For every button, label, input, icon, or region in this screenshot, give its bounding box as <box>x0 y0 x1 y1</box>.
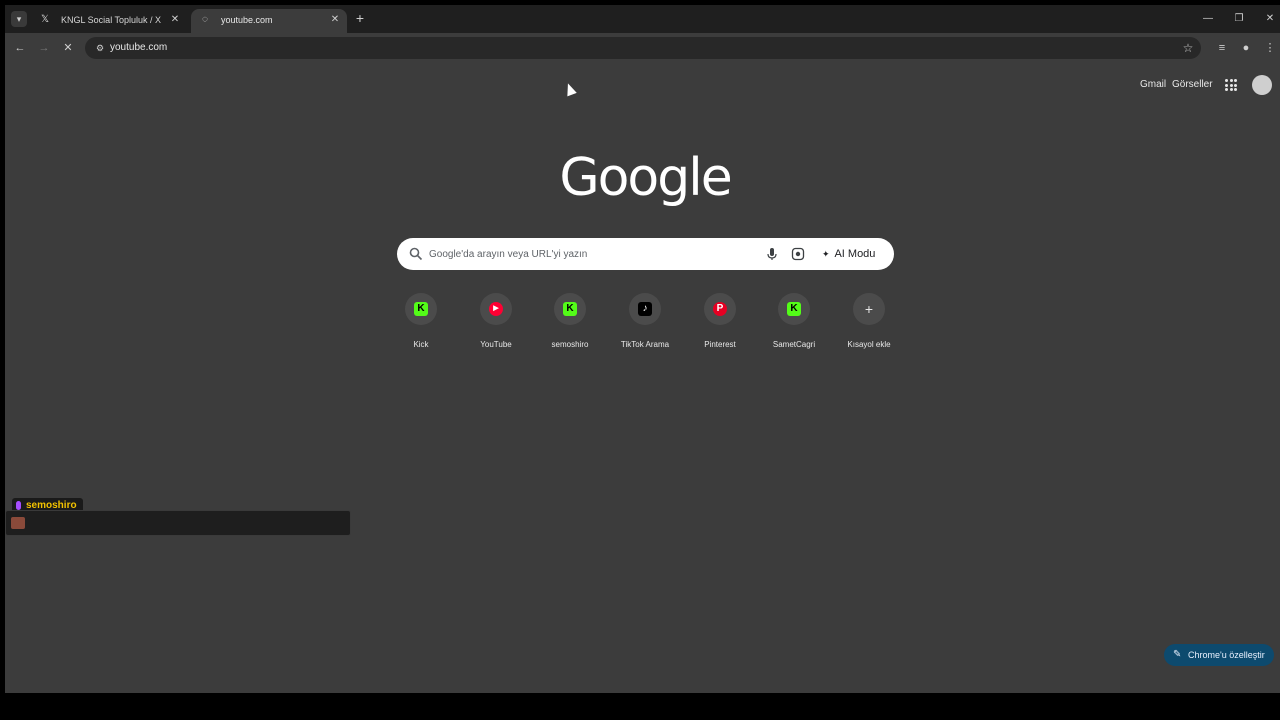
customize-chrome-button[interactable]: ✎ Chrome'u özelleştir <box>1164 644 1274 666</box>
plus-icon: + <box>864 301 874 317</box>
shortcut-tile: + <box>853 293 885 325</box>
window-close-icon[interactable]: ✕ <box>1262 11 1278 27</box>
stream-chat-message <box>5 510 351 536</box>
shortcut-label: Pinterest <box>704 340 736 349</box>
x-logo-icon: 𝕏 <box>40 14 50 25</box>
shortcut-label: semoshiro <box>551 340 589 349</box>
stop-loading-icon[interactable]: ✕ <box>60 40 76 56</box>
ai-mode-icon: ✦ <box>822 249 830 259</box>
shortcut-label: Kick <box>413 340 429 349</box>
menu-icon[interactable]: ⋮ <box>1262 40 1278 56</box>
shortcut-tile: K <box>778 293 810 325</box>
microphone-icon[interactable] <box>765 247 779 261</box>
shortcut-tile: ▶ <box>480 293 512 325</box>
shortcut-youtube[interactable]: ▶ YouTube <box>460 293 532 353</box>
search-input[interactable] <box>429 238 749 270</box>
shortcut-tile: P <box>704 293 736 325</box>
shortcut-label: Kısayol ekle <box>847 340 891 349</box>
new-tab-button[interactable]: + <box>352 10 368 28</box>
tab-close-icon[interactable]: ✕ <box>169 9 181 31</box>
microphone-icon <box>16 501 21 510</box>
search-icon <box>409 247 423 261</box>
ai-mode-label: AI Modu <box>834 248 876 260</box>
tab-search-button[interactable]: ▾ <box>11 11 27 27</box>
emote-icon <box>11 517 25 529</box>
images-link[interactable]: Görseller <box>1172 79 1213 90</box>
google-lens-icon[interactable] <box>791 247 805 261</box>
customize-label: Chrome'u özelleştir <box>1188 650 1265 660</box>
minimize-icon[interactable]: — <box>1200 11 1216 27</box>
avatar[interactable] <box>1252 75 1272 95</box>
site-info-icon[interactable]: ⚙ <box>93 41 107 55</box>
shortcut-label: SametCagri <box>772 340 816 349</box>
google-logo: Google <box>559 148 732 208</box>
shortcut-tiktok[interactable]: ♪ TikTok Arama <box>609 293 681 353</box>
loading-icon: ◌ <box>202 14 208 25</box>
add-shortcut-button[interactable]: + Kısayol ekle <box>833 293 905 353</box>
tab-close-icon[interactable]: ✕ <box>329 9 341 31</box>
tab-youtube[interactable]: ◌ youtube.com ✕ <box>191 9 347 33</box>
back-icon[interactable]: ← <box>12 40 28 56</box>
bookmark-star-icon[interactable]: ☆ <box>1181 40 1195 56</box>
shortcut-tile: K <box>405 293 437 325</box>
browser-toolbar: ← → ✕ ⚙ youtube.com ☆ ≡ ● ⋮ <box>5 33 1280 63</box>
tiktok-icon: ♪ <box>638 302 652 316</box>
shortcut-pinterest[interactable]: P Pinterest <box>684 293 756 353</box>
media-control-icon[interactable]: ≡ <box>1214 40 1230 56</box>
shortcut-sametcagri[interactable]: K SametCagri <box>758 293 830 353</box>
google-apps-icon[interactable] <box>1225 79 1237 91</box>
profile-icon[interactable]: ● <box>1238 40 1254 56</box>
shortcut-tile: K <box>554 293 586 325</box>
kick-icon: K <box>414 302 428 316</box>
gmail-link[interactable]: Gmail <box>1140 79 1166 90</box>
shortcut-label: TikTok Arama <box>620 340 670 349</box>
url-text[interactable]: youtube.com <box>110 37 167 59</box>
youtube-icon: ▶ <box>489 302 503 316</box>
shortcut-semoshiro[interactable]: K semoshiro <box>534 293 606 353</box>
browser-window: ▾ 𝕏 KNGL Social Topluluk / X ✕ ◌ youtube… <box>5 5 1280 693</box>
tab-knglsocial[interactable]: 𝕏 KNGL Social Topluluk / X ✕ <box>31 9 187 33</box>
tab-title: KNGL Social Topluluk / X <box>61 15 162 25</box>
search-box[interactable]: ✦ AI Modu <box>397 238 894 270</box>
kick-icon: K <box>563 302 577 316</box>
mouse-cursor <box>563 81 577 97</box>
tab-title: youtube.com <box>221 15 273 25</box>
restore-icon[interactable]: ❐ <box>1231 11 1247 27</box>
shortcut-label: YouTube <box>480 340 512 349</box>
ai-mode-button[interactable]: ✦ AI Modu <box>816 244 886 264</box>
kick-icon: K <box>787 302 801 316</box>
tab-strip: ▾ 𝕏 KNGL Social Topluluk / X ✕ ◌ youtube… <box>5 5 1280 33</box>
pencil-icon: ✎ <box>1173 649 1182 660</box>
shortcut-kick[interactable]: K Kick <box>385 293 457 353</box>
shortcut-tile: ♪ <box>629 293 661 325</box>
address-bar[interactable]: ⚙ youtube.com ☆ <box>85 37 1201 59</box>
forward-icon[interactable]: → <box>36 40 52 56</box>
pinterest-icon: P <box>713 302 727 316</box>
